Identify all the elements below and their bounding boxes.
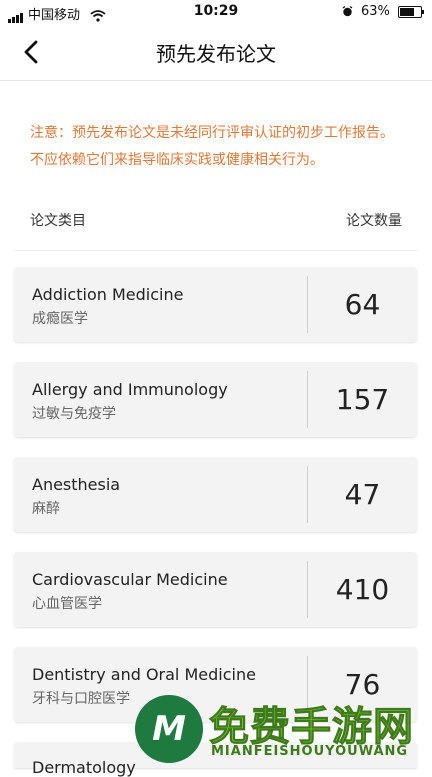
paper-count: 47 — [344, 478, 381, 511]
category-card[interactable]: Addiction Medicine 成瘾医学 64 — [14, 267, 417, 342]
site-watermark: M 免费手游网 MIANFEISHOUYOUWANG — [135, 690, 432, 768]
nav-bar: 预先发布论文 — [0, 24, 432, 81]
header-divider — [14, 250, 418, 251]
category-card[interactable]: Anesthesia 麻醉 47 — [14, 457, 417, 532]
list-header: 论文类目 论文数量 — [30, 210, 402, 230]
category-name-zh: 麻醉 — [32, 501, 60, 517]
paper-count: 157 — [335, 383, 390, 416]
category-name-en: Allergy and Immunology — [32, 380, 228, 399]
watermark-logo-letter: M — [152, 709, 186, 749]
category-name-en: Addiction Medicine — [32, 285, 184, 304]
category-name-en: Dentistry and Oral Medicine — [32, 665, 256, 684]
category-name-en: Cardiovascular Medicine — [32, 570, 228, 589]
watermark-subtitle: MIANFEISHOUYOUWANG — [211, 744, 409, 759]
category-card[interactable]: Cardiovascular Medicine 心血管医学 410 — [14, 552, 417, 627]
paper-count: 410 — [335, 573, 390, 606]
category-name-zh: 牙科与口腔医学 — [32, 691, 130, 707]
category-name-zh: 过敏与免疫学 — [32, 406, 116, 422]
watermark-logo: M — [135, 695, 203, 763]
paper-count: 64 — [344, 288, 381, 321]
battery-percent: 63% — [360, 4, 390, 19]
disclaimer-notice: 注意：预先发布论文是未经同行评审认证的初步工作报告。不应依赖它们来指导临床实践或… — [30, 125, 394, 168]
battery-icon — [398, 5, 424, 18]
category-name-zh: 心血管医学 — [32, 596, 102, 612]
category-card[interactable]: Allergy and Immunology 过敏与免疫学 157 — [14, 362, 417, 437]
status-bar: 中国移动 10:29 63% — [0, 0, 432, 24]
category-column-header: 论文类目 — [30, 213, 86, 229]
alarm-icon — [342, 6, 353, 17]
page-title: 预先发布论文 — [156, 42, 276, 66]
category-name-zh: 成瘾医学 — [32, 311, 88, 327]
count-column-header: 论文数量 — [346, 213, 402, 229]
category-name-en: Anesthesia — [32, 475, 121, 494]
status-right: 63% — [342, 4, 424, 19]
